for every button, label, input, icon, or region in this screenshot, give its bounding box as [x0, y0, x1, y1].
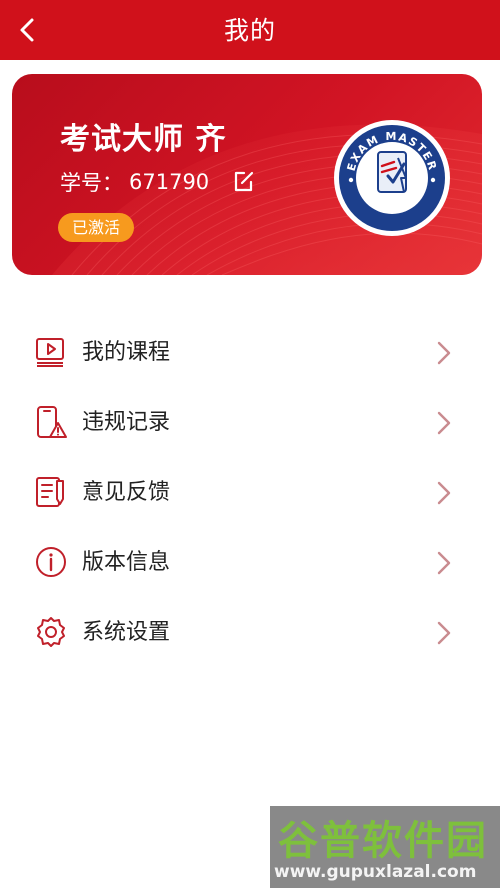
- chevron-right-icon: [437, 481, 451, 505]
- site-watermark: 谷普软件园 www.gupuxlazal.com: [270, 806, 500, 888]
- phone-warning-icon: [37, 406, 67, 438]
- settings-menu: 我的课程 违规记录 意见反馈 版本信息 系统设置: [0, 318, 500, 668]
- exam-master-logo: EXAM MASTER 考试大师: [334, 120, 450, 236]
- profile-card: 考试大师 齐 学号： 671790 已激活 EXAM MASTER 考试大师: [12, 74, 482, 275]
- menu-label: 我的课程: [82, 340, 171, 365]
- menu-item-system-settings[interactable]: 系统设置: [0, 598, 500, 668]
- menu-label: 版本信息: [82, 550, 171, 575]
- chevron-right-icon: [437, 411, 451, 435]
- chevron-right-icon: [437, 341, 451, 365]
- student-id-row: 学号： 671790: [60, 167, 257, 197]
- feedback-edit-icon: [36, 477, 64, 507]
- course-video-icon: [36, 338, 64, 367]
- chevron-right-icon: [437, 621, 451, 645]
- settings-gear-icon: [37, 617, 65, 647]
- student-id-label: 学号：: [60, 171, 123, 195]
- top-bar: 我的: [0, 0, 500, 60]
- student-id-value: 671790: [129, 170, 210, 194]
- chevron-right-icon: [437, 551, 451, 575]
- menu-item-feedback[interactable]: 意见反馈: [0, 458, 500, 528]
- status-badge: 已激活: [58, 213, 135, 242]
- page-title: 我的: [223, 16, 276, 45]
- edit-icon[interactable]: [231, 169, 257, 195]
- user-name: 考试大师 齐: [60, 122, 227, 157]
- watermark-url: www.gupuxlazal.com: [274, 862, 477, 882]
- menu-item-violation-records[interactable]: 违规记录: [0, 388, 500, 458]
- menu-item-version-info[interactable]: 版本信息: [0, 528, 500, 598]
- watermark-title: 谷普软件园: [278, 818, 488, 864]
- menu-label: 意见反馈: [82, 480, 171, 505]
- info-icon: [36, 547, 66, 577]
- menu-label: 违规记录: [82, 410, 171, 435]
- menu-item-my-courses[interactable]: 我的课程: [0, 318, 500, 388]
- menu-label: 系统设置: [82, 620, 171, 645]
